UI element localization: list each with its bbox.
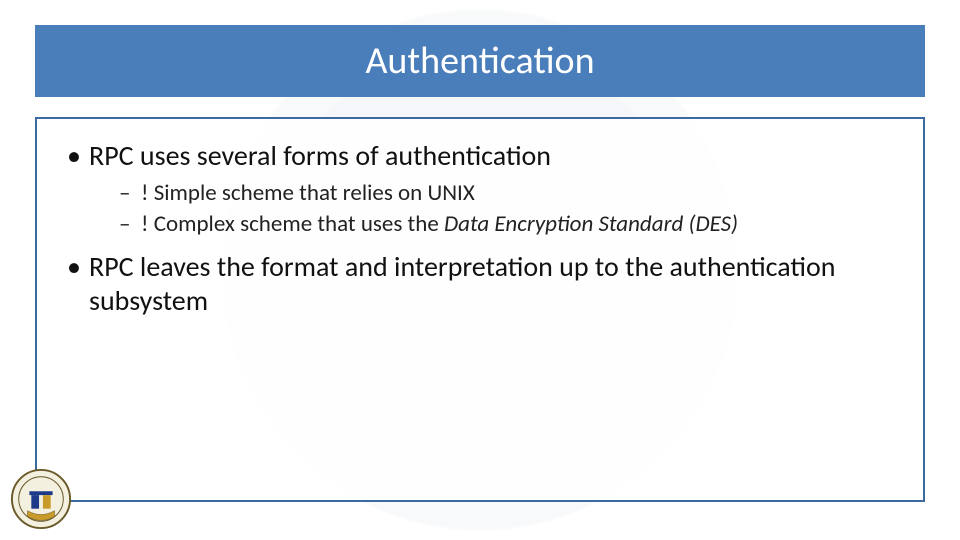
university-seal-icon (10, 468, 72, 530)
bullet-item: RPC leaves the format and interpretation… (63, 250, 897, 317)
bullet-text: RPC uses several forms of authentication (89, 138, 551, 173)
slide-title: Authentication (365, 38, 594, 84)
sub-bullet-italic: Data Encryption Standard (DES) (444, 210, 738, 238)
sub-bullet-item: ! Simple scheme that relies on UNIX (89, 179, 897, 209)
sub-bullet-list: ! Simple scheme that relies on UNIX ! Co… (89, 179, 897, 241)
slide-content-box: RPC uses several forms of authentication… (35, 117, 925, 502)
sub-bullet-text: ! Simple scheme that relies on UNIX (141, 179, 475, 207)
bullet-text: RPC leaves the format and interpretation… (89, 249, 836, 318)
bullet-item: RPC uses several forms of authentication… (63, 139, 897, 240)
slide-title-bar: Authentication (35, 25, 925, 97)
sub-bullet-prefix: ! Complex scheme that uses the (141, 210, 444, 238)
sub-bullet-item: ! Complex scheme that uses the Data Encr… (89, 210, 897, 240)
bullet-list: RPC uses several forms of authentication… (63, 139, 897, 318)
